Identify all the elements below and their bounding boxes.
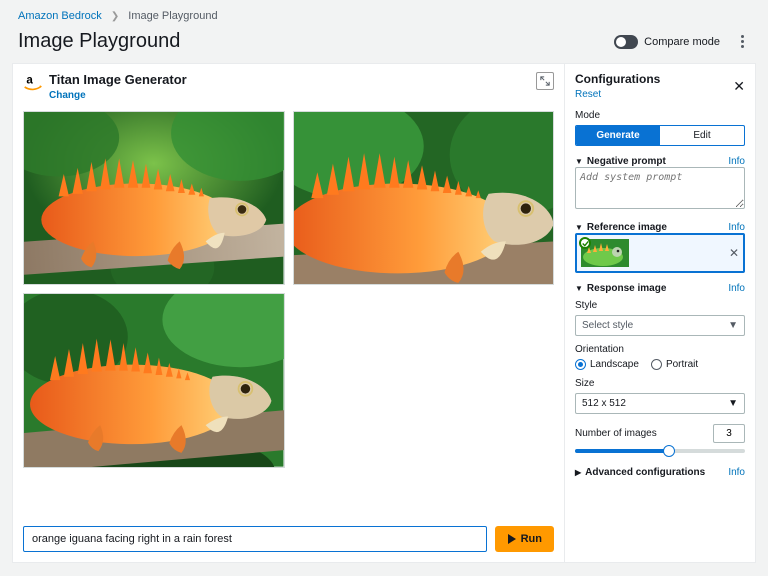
caret-down-icon: ▼ bbox=[575, 157, 583, 166]
negative-prompt-label: Negative prompt bbox=[587, 156, 666, 167]
more-menu-icon[interactable] bbox=[734, 34, 750, 50]
breadcrumb-root[interactable]: Amazon Bedrock bbox=[18, 10, 102, 22]
info-link[interactable]: Info bbox=[728, 156, 745, 167]
run-button[interactable]: Run bbox=[495, 526, 554, 552]
change-model-link[interactable]: Change bbox=[49, 90, 86, 101]
size-label: Size bbox=[575, 378, 745, 389]
remove-reference-icon[interactable]: ✕ bbox=[729, 246, 739, 260]
orientation-landscape-label: Landscape bbox=[590, 359, 639, 370]
style-label: Style bbox=[575, 300, 745, 311]
style-select[interactable]: Select style ▼ bbox=[575, 315, 745, 336]
orientation-label: Orientation bbox=[575, 344, 745, 355]
reset-link[interactable]: Reset bbox=[575, 89, 601, 100]
advanced-config-header[interactable]: ▶ Advanced configurations Info bbox=[575, 467, 745, 478]
page-title: Image Playground bbox=[18, 30, 180, 53]
orientation-landscape[interactable]: Landscape bbox=[575, 359, 639, 370]
svg-text:a: a bbox=[26, 74, 33, 87]
caret-down-icon: ▼ bbox=[575, 223, 583, 232]
compare-mode-toggle[interactable]: Compare mode bbox=[614, 35, 720, 49]
reference-image-header[interactable]: ▼ Reference image Info bbox=[575, 222, 745, 233]
slider-knob bbox=[663, 445, 675, 457]
negative-prompt-header[interactable]: ▼ Negative prompt Info bbox=[575, 156, 745, 167]
toggle-icon bbox=[614, 35, 638, 49]
compare-mode-label: Compare mode bbox=[644, 36, 720, 48]
orientation-portrait[interactable]: Portrait bbox=[651, 359, 698, 370]
breadcrumb-current: Image Playground bbox=[128, 10, 217, 22]
caret-down-icon: ▼ bbox=[728, 398, 738, 409]
amazon-logo-icon: a bbox=[23, 72, 43, 95]
reference-thumbnail bbox=[581, 239, 629, 267]
run-button-label: Run bbox=[521, 533, 542, 545]
mode-generate[interactable]: Generate bbox=[576, 126, 660, 145]
mode-toggle: Generate Edit bbox=[575, 125, 745, 146]
prompt-input[interactable] bbox=[23, 526, 487, 552]
check-icon bbox=[579, 237, 591, 249]
reference-image-slot[interactable]: ✕ bbox=[575, 233, 745, 273]
generated-image[interactable] bbox=[23, 111, 285, 285]
radio-icon bbox=[651, 359, 662, 370]
size-value: 512 x 512 bbox=[582, 398, 626, 409]
num-images-slider[interactable] bbox=[575, 449, 745, 453]
info-link[interactable]: Info bbox=[728, 467, 745, 478]
breadcrumb: Amazon Bedrock ❯ Image Playground bbox=[0, 0, 768, 26]
generated-image[interactable] bbox=[23, 293, 285, 467]
mode-label: Mode bbox=[575, 110, 745, 121]
advanced-label: Advanced configurations bbox=[585, 467, 705, 478]
model-name: Titan Image Generator bbox=[49, 72, 187, 87]
image-gallery bbox=[23, 111, 554, 518]
caret-down-icon: ▼ bbox=[728, 320, 738, 331]
num-images-input[interactable] bbox=[713, 424, 745, 443]
response-image-header[interactable]: ▼ Response image Info bbox=[575, 283, 745, 294]
info-link[interactable]: Info bbox=[728, 283, 745, 294]
mode-edit[interactable]: Edit bbox=[660, 126, 744, 145]
caret-down-icon: ▼ bbox=[575, 284, 583, 293]
response-image-label: Response image bbox=[587, 283, 666, 294]
close-icon[interactable]: ✕ bbox=[733, 78, 745, 95]
size-select[interactable]: 512 x 512 ▼ bbox=[575, 393, 745, 414]
orientation-portrait-label: Portrait bbox=[666, 359, 698, 370]
chevron-right-icon: ❯ bbox=[111, 11, 119, 22]
config-title: Configurations bbox=[575, 72, 660, 86]
caret-right-icon: ▶ bbox=[575, 468, 581, 477]
slider-fill bbox=[575, 449, 669, 453]
expand-icon[interactable] bbox=[536, 72, 554, 90]
negative-prompt-input[interactable] bbox=[575, 167, 745, 209]
radio-icon bbox=[575, 359, 586, 370]
style-placeholder: Select style bbox=[582, 320, 633, 331]
play-icon bbox=[507, 534, 517, 544]
reference-image-label: Reference image bbox=[587, 222, 667, 233]
num-images-label: Number of images bbox=[575, 428, 707, 439]
info-link[interactable]: Info bbox=[728, 222, 745, 233]
playground-panel: a Titan Image Generator Change bbox=[12, 63, 756, 563]
generated-image[interactable] bbox=[293, 111, 555, 285]
